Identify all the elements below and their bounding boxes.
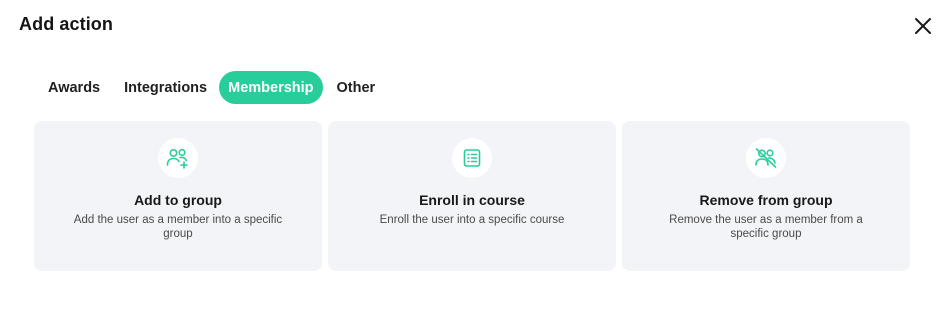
- remove-from-group-card[interactable]: Remove from group Remove the user as a m…: [622, 121, 910, 271]
- dialog-title: Add action: [19, 14, 113, 34]
- icon-badge: [746, 138, 786, 178]
- action-category-tabs: Awards Integrations Membership Other: [36, 71, 387, 104]
- action-cards: Add to group Add the user as a member in…: [34, 121, 910, 271]
- course-list-icon: [463, 149, 481, 167]
- icon-badge: [158, 138, 198, 178]
- add-user-group-icon: [166, 148, 188, 169]
- tab-awards[interactable]: Awards: [36, 71, 112, 104]
- remove-user-group-icon: [755, 148, 777, 168]
- close-icon: [915, 18, 931, 34]
- tab-integrations[interactable]: Integrations: [112, 71, 219, 104]
- tab-other[interactable]: Other: [323, 71, 388, 104]
- card-title: Remove from group: [699, 192, 833, 208]
- add-to-group-card[interactable]: Add to group Add the user as a member in…: [34, 121, 322, 271]
- card-title: Add to group: [134, 192, 222, 208]
- close-button[interactable]: [911, 14, 935, 38]
- card-description: Enroll the user into a specific course: [379, 214, 565, 226]
- tab-membership[interactable]: Membership: [219, 71, 323, 104]
- card-description: Add the user as a member into a specific…: [73, 214, 283, 240]
- icon-badge: [452, 138, 492, 178]
- card-description: Remove the user as a member from a speci…: [669, 214, 863, 240]
- enroll-in-course-card[interactable]: Enroll in course Enroll the user into a …: [328, 121, 616, 271]
- card-title: Enroll in course: [419, 192, 525, 208]
